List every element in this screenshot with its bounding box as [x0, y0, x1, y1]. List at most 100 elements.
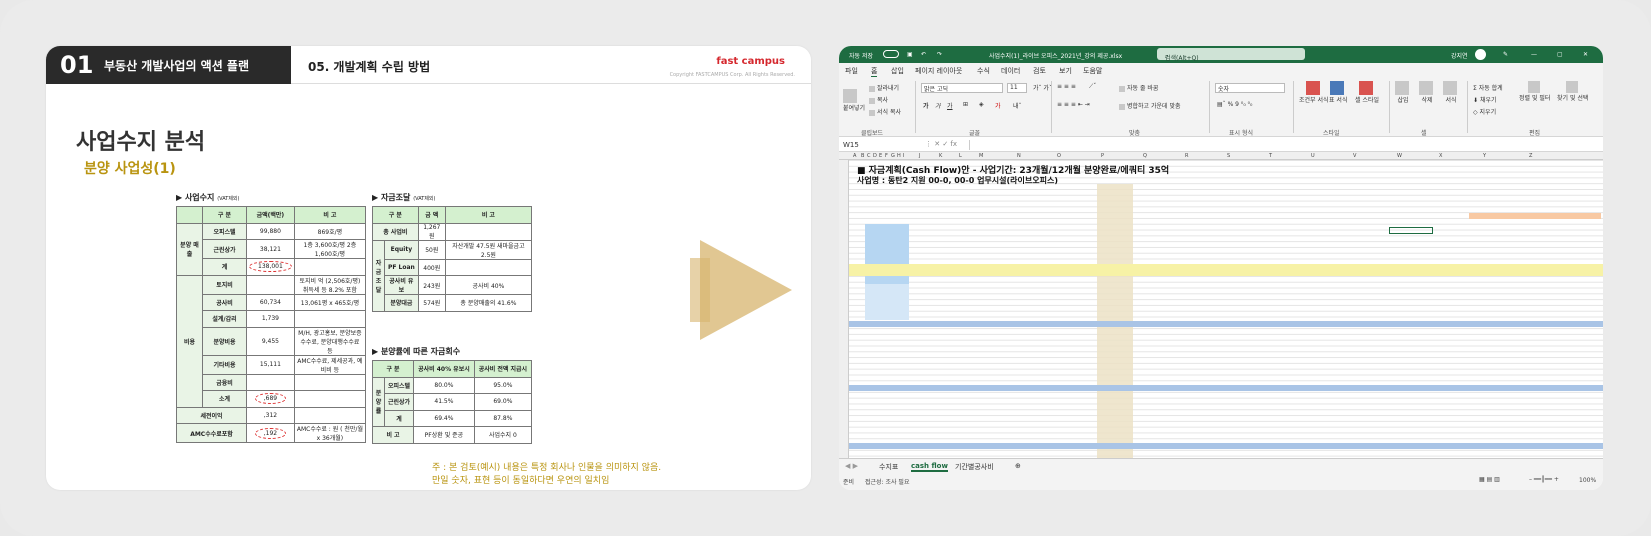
- highlight-orange: [1469, 213, 1601, 219]
- find-select-button[interactable]: 찾기 및 선택: [1557, 81, 1588, 102]
- underline-icon[interactable]: 가: [947, 101, 953, 110]
- subtotal-row: [849, 385, 1603, 391]
- avatar[interactable]: [1475, 49, 1486, 60]
- slide-header-dark: 01 부동산 개발사업의 액션 플랜: [46, 46, 291, 84]
- formula-input[interactable]: [969, 140, 1589, 150]
- selected-cell[interactable]: [1389, 227, 1433, 234]
- align-top-icon[interactable]: ≡ ≡ ≡: [1057, 83, 1076, 90]
- subtotal-row: [849, 321, 1603, 327]
- align-center-icon[interactable]: ≡ ≡ ≡ ⇤ ⇥: [1057, 101, 1090, 108]
- menu-view[interactable]: 보기: [1059, 66, 1072, 76]
- font-grow-icon[interactable]: 가ˆ 가ˇ: [1033, 83, 1052, 92]
- file-name: 사업수지(1)_라이브 오피스_2021년_강의 제공.xlsx: [989, 53, 1123, 60]
- group-clipboard: 클립보드: [861, 130, 884, 137]
- column-headers: ABCDEFGHIJKLMNOPQRSTUVWXYZ: [839, 152, 1603, 160]
- font-name-select[interactable]: 맑은 고딕: [921, 83, 1003, 93]
- orientation-icon[interactable]: ⟋ˇ: [1089, 83, 1096, 91]
- spreadsheet-grid[interactable]: ■ 자금계획(Cash Flow)안 - 사업기간: 23개월/12개월 분양완…: [849, 160, 1603, 458]
- pen-icon[interactable]: ✎: [1503, 51, 1508, 58]
- funding-table: 구 분금 액비 고 총 사업비 1,267원 자금 조달 Equity 50원 자산개발…: [372, 206, 533, 312]
- wrap-text-button[interactable]: 자동 줄 바꿈: [1119, 83, 1158, 92]
- cut-button[interactable]: 잘라내기: [869, 83, 899, 92]
- format-cell-button[interactable]: 서식: [1443, 81, 1459, 104]
- clear-button[interactable]: ◇ 지우기: [1473, 107, 1496, 116]
- disclaimer-note: 주 : 본 검토(예시) 내용은 특정 회사나 인물을 의미하지 않음. 만일 …: [432, 463, 662, 486]
- bold-icon[interactable]: 가: [923, 101, 929, 110]
- close-icon[interactable]: ✕: [1583, 51, 1588, 58]
- ribbon-separator: [1467, 81, 1468, 133]
- conditional-format-button[interactable]: 조건부 서식: [1299, 81, 1329, 104]
- t1-heading: ▶ 사업수지 (VAT제외): [176, 193, 240, 202]
- font-size-select[interactable]: 11: [1007, 83, 1027, 93]
- title-bar: 자동 저장 ▣ ↶ ↷ 사업수지(1)_라이브 오피스_2021년_강의 제공.…: [839, 46, 1603, 63]
- business-balance-table: 구 분 금액(백만) 비 고 분양 매출 오피스텔 99,880 869호/평 근린상가 3…: [176, 206, 367, 443]
- sheet-subtitle: 사업명 : 동탄2 지원 00-0, 00-0 업무시설(라이브오피스): [857, 176, 1058, 185]
- minimize-icon[interactable]: —: [1531, 51, 1537, 58]
- percent-icon[interactable]: ▤ˇ % 9 ⁰₀ ⁰₀: [1217, 101, 1252, 108]
- table-format-button[interactable]: 표 서식: [1329, 81, 1347, 104]
- redo-icon[interactable]: ↷: [937, 51, 942, 58]
- save-icon[interactable]: ▣: [907, 51, 913, 58]
- delete-cell-button[interactable]: 삭제: [1419, 81, 1435, 104]
- group-alignment: 맞춤: [1129, 130, 1141, 137]
- fill-button[interactable]: ⬇ 채우기: [1473, 95, 1497, 104]
- paste-button[interactable]: 붙여넣기: [843, 89, 865, 112]
- undo-icon[interactable]: ↶: [921, 51, 926, 58]
- tab-summary[interactable]: 수지표: [879, 462, 898, 472]
- slide-subtitle: 분양 사업성(1): [84, 161, 176, 177]
- menu-review[interactable]: 검토: [1033, 66, 1046, 76]
- highlight-oval: 138,001: [249, 261, 292, 273]
- menu-insert[interactable]: 삽입: [891, 66, 904, 76]
- tab-prev-icon[interactable]: ◀ ▶: [845, 462, 858, 470]
- cell-style-button[interactable]: 셀 스타일: [1355, 81, 1379, 104]
- menu-page-layout[interactable]: 페이지 레이아웃: [915, 66, 962, 76]
- add-sheet-icon[interactable]: ⊕: [1015, 462, 1021, 470]
- highlight-oval: ,689: [254, 393, 287, 405]
- group-styles: 스타일: [1323, 130, 1340, 137]
- view-normal-icon[interactable]: ▦ ▤ ▥: [1479, 476, 1500, 483]
- zoom-slider[interactable]: – ━━┃━━ +: [1529, 476, 1559, 483]
- arrow-right-icon: [700, 240, 792, 340]
- menu-file[interactable]: 파일: [845, 66, 858, 76]
- maximize-icon[interactable]: ▢: [1557, 51, 1563, 58]
- number-format-select[interactable]: 숫자: [1215, 83, 1285, 93]
- menu-data[interactable]: 데이터: [1001, 66, 1020, 76]
- group-editing: 편집: [1529, 130, 1541, 137]
- insert-cell-button[interactable]: 삽입: [1395, 81, 1411, 104]
- search-box[interactable]: ⌕ 검색(Alt+Q): [1157, 48, 1305, 62]
- accessibility-status[interactable]: 접근성: 조사 필요: [865, 477, 909, 486]
- formula-bar: W15 ⋮ ✕ ✓ fx: [839, 138, 1603, 152]
- tab-cash-flow[interactable]: cash flow: [911, 462, 948, 472]
- autosum-button[interactable]: Σ 자동 합계: [1473, 83, 1503, 92]
- copyright: Copyright FASTCAMPUS Corp. All Rights Re…: [669, 72, 795, 78]
- highlight-oval: ,192: [254, 427, 287, 439]
- copy-button[interactable]: 복사: [869, 95, 888, 104]
- status-ready: 준비: [843, 479, 855, 486]
- menu-formulas[interactable]: 수식: [977, 66, 990, 76]
- group-number: 표시 형식: [1229, 130, 1253, 137]
- menu-help[interactable]: 도움말: [1083, 66, 1102, 76]
- merge-center-button[interactable]: 병합하고 가운데 맞춤: [1119, 101, 1181, 110]
- border-icon[interactable]: ⊞: [963, 101, 968, 108]
- row-headers: [839, 160, 849, 458]
- name-box[interactable]: W15: [843, 141, 859, 149]
- tab-period-cost[interactable]: 기간별공사비: [955, 462, 994, 472]
- slide-header: 01 부동산 개발사업의 액션 플랜 05. 개발계획 수립 방법 fast c…: [46, 46, 811, 84]
- format-painter-button[interactable]: 서식 복사: [869, 107, 901, 116]
- chapter-title: 부동산 개발사업의 액션 플랜: [104, 58, 250, 73]
- fx-icon[interactable]: ⋮ ✕ ✓ fx: [925, 140, 957, 148]
- ribbon-separator: [1051, 81, 1052, 133]
- ribbon-separator: [1209, 81, 1210, 133]
- zoom-level[interactable]: 100%: [1579, 477, 1596, 484]
- excel-window: 자동 저장 ▣ ↶ ↷ 사업수지(1)_라이브 오피스_2021년_강의 제공.…: [839, 46, 1603, 490]
- sort-filter-button[interactable]: 정렬 및 필터: [1519, 81, 1550, 102]
- autosave-toggle[interactable]: [883, 50, 899, 58]
- chapter-number: 01: [60, 51, 94, 79]
- phonetic-icon[interactable]: 내ˇ: [1013, 101, 1022, 110]
- sales-rate-table: 구 분 공사비 40% 유보시 공사비 전액 지급시 분양률 오피스텔 80.0% 95.…: [371, 360, 533, 444]
- fill-color-icon[interactable]: ◈: [979, 101, 984, 108]
- subtotal-row: [849, 270, 1603, 276]
- ribbon-separator: [1293, 81, 1294, 133]
- font-color-icon[interactable]: 가: [995, 101, 1001, 110]
- italic-icon[interactable]: 가: [935, 101, 941, 110]
